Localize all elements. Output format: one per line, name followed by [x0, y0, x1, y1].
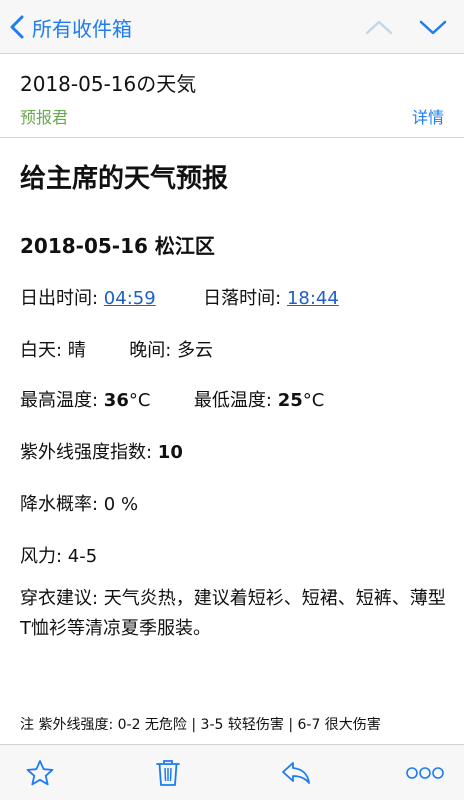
uv-value: 10 — [157, 442, 183, 463]
more-icon — [406, 767, 444, 779]
precipitation-row: 降水概率: 0 % — [20, 494, 139, 515]
star-icon — [26, 760, 54, 786]
chevron-left-icon — [10, 15, 24, 39]
day-value: 晴 — [67, 340, 86, 361]
high-temp-label: 最高温度: — [20, 390, 104, 411]
details-link[interactable]: 详情 — [412, 104, 444, 128]
low-temp-value: 25 — [277, 390, 303, 411]
bottom-toolbar — [0, 744, 464, 800]
sun-times-row: 日出时间: 04:59 日落时间: 18:44 — [20, 284, 339, 310]
night-value: 多云 — [177, 340, 214, 361]
next-message-button[interactable] — [416, 12, 450, 42]
high-temp-value: 36 — [103, 390, 129, 411]
delete-button[interactable] — [150, 755, 186, 791]
back-label: 所有收件箱 — [32, 16, 132, 41]
trash-icon — [156, 760, 180, 786]
clothing-advice: 穿衣建议: 天气炎热，建议着短衫、短裙、短裤、薄型T恤衫等清凉夏季服装。 — [20, 588, 446, 639]
sunset-time-link[interactable]: 18:44 — [287, 288, 339, 309]
sender-name[interactable]: 预报君 — [20, 104, 68, 128]
uv-note: 注 紫外线强度: 0-2 无危险 | 3-5 较轻伤害 | 6-7 很大伤害 — [20, 717, 381, 733]
high-temp-unit: °C — [128, 390, 151, 411]
body-title: 给主席的天气预报 — [20, 164, 229, 194]
chevron-up-icon — [365, 20, 393, 35]
uv-row: 紫外线强度指数: 10 — [20, 438, 183, 464]
sunrise-time-link[interactable]: 04:59 — [104, 288, 156, 309]
date-location: 2018-05-16 松江区 — [20, 234, 215, 258]
reply-icon — [282, 762, 310, 784]
sunset-label: 日落时间: — [203, 288, 287, 309]
low-temp-unit: °C — [302, 390, 325, 411]
day-label: 白天: — [20, 340, 68, 361]
message-subject: 2018-05-16の天気 — [20, 72, 197, 96]
nav-bar: 所有收件箱 — [0, 0, 464, 54]
message-header: 2018-05-16の天気 预报君 详情 — [0, 54, 464, 138]
previous-message-button[interactable] — [362, 12, 396, 42]
night-label: 晚间: — [129, 340, 178, 361]
temperature-row: 最高温度: 36°C 最低温度: 25°C — [20, 386, 324, 412]
wind-row: 风力: 4-5 — [20, 546, 98, 567]
back-button[interactable]: 所有收件箱 — [8, 10, 132, 44]
chevron-down-icon — [419, 20, 447, 35]
low-temp-label: 最低温度: — [193, 390, 278, 411]
reply-button[interactable] — [278, 755, 314, 791]
sunrise-label: 日出时间: — [20, 288, 104, 309]
day-night-row: 白天: 晴 晚间: 多云 — [20, 336, 213, 362]
uv-label: 紫外线强度指数: — [20, 442, 158, 463]
more-button[interactable] — [404, 755, 446, 791]
flag-button[interactable] — [22, 755, 58, 791]
